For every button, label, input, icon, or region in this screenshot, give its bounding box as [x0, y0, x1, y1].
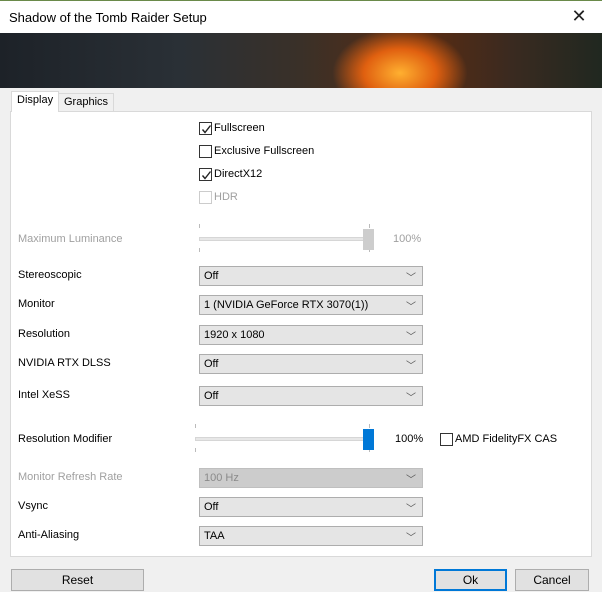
- chevron-down-icon: ﹀: [406, 332, 416, 343]
- title-bar: Shadow of the Tomb Raider Setup ✕: [0, 0, 602, 33]
- stereoscopic-label: Stereoscopic: [18, 269, 82, 281]
- max-luminance-value: 100%: [393, 233, 422, 245]
- max-luminance-slider-track: [199, 237, 374, 241]
- chevron-down-icon: ﹀: [406, 273, 416, 284]
- chevron-down-icon: ﹀: [406, 393, 416, 404]
- nvidia-rtx-dlss-label: NVIDIA RTX DLSS: [18, 357, 111, 369]
- monitor-value: 1 (NVIDIA GeForce RTX 3070(1)): [204, 299, 369, 311]
- resolution-value: 1920 x 1080: [204, 329, 265, 341]
- intel-xess-value: Off: [204, 390, 219, 402]
- window-title: Shadow of the Tomb Raider Setup: [9, 10, 207, 25]
- directx12-checkbox[interactable]: [199, 168, 212, 181]
- chevron-down-icon: ﹀: [406, 475, 416, 486]
- stereoscopic-value: Off: [204, 270, 219, 282]
- chevron-down-icon: ﹀: [406, 302, 416, 313]
- vsync-label: Vsync: [18, 500, 48, 512]
- cancel-button[interactable]: Cancel: [515, 569, 589, 591]
- tab-graphics[interactable]: Graphics: [58, 93, 115, 112]
- ok-button[interactable]: Ok: [434, 569, 507, 591]
- banner-image: [0, 33, 602, 88]
- resolution-dropdown[interactable]: 1920 x 1080 ﹀: [199, 325, 423, 345]
- monitor-dropdown[interactable]: 1 (NVIDIA GeForce RTX 3070(1)) ﹀: [199, 295, 423, 315]
- chevron-down-icon: ﹀: [406, 504, 416, 515]
- vsync-dropdown[interactable]: Off ﹀: [199, 497, 423, 517]
- monitor-refresh-rate-label: Monitor Refresh Rate: [18, 471, 123, 483]
- resolution-modifier-label: Resolution Modifier: [18, 433, 113, 445]
- hdr-checkbox: [199, 191, 212, 204]
- nvidia-rtx-dlss-value: Off: [204, 358, 219, 370]
- resolution-label: Resolution: [18, 328, 70, 340]
- resolution-modifier-slider-track[interactable]: [195, 437, 374, 441]
- monitor-refresh-rate-dropdown: 100 Hz ﹀: [199, 468, 423, 488]
- vsync-value: Off: [204, 501, 219, 513]
- resolution-modifier-slider-thumb[interactable]: [363, 429, 374, 450]
- max-luminance-label: Maximum Luminance: [18, 233, 123, 245]
- resolution-modifier-value: 100%: [395, 433, 424, 445]
- stereoscopic-dropdown[interactable]: Off ﹀: [199, 266, 423, 286]
- monitor-refresh-rate-value: 100 Hz: [204, 472, 239, 484]
- anti-aliasing-dropdown[interactable]: TAA ﹀: [199, 526, 423, 546]
- directx12-label: DirectX12: [214, 168, 263, 180]
- monitor-label: Monitor: [18, 298, 55, 310]
- anti-aliasing-value: TAA: [204, 530, 225, 542]
- intel-xess-dropdown[interactable]: Off ﹀: [199, 386, 423, 406]
- hdr-label: HDR: [214, 191, 238, 203]
- exclusive-fullscreen-label: Exclusive Fullscreen: [214, 145, 315, 157]
- close-icon[interactable]: ✕: [556, 1, 602, 33]
- fullscreen-checkbox[interactable]: [199, 122, 212, 135]
- chevron-down-icon: ﹀: [406, 533, 416, 544]
- reset-button[interactable]: Reset: [11, 569, 144, 591]
- exclusive-fullscreen-checkbox[interactable]: [199, 145, 212, 158]
- amd-fidelityfx-cas-label: AMD FidelityFX CAS: [455, 433, 558, 445]
- fullscreen-label: Fullscreen: [214, 122, 265, 134]
- amd-fidelityfx-cas-checkbox[interactable]: [440, 433, 453, 446]
- nvidia-rtx-dlss-dropdown[interactable]: Off ﹀: [199, 354, 423, 374]
- anti-aliasing-label: Anti-Aliasing: [18, 529, 80, 541]
- max-luminance-slider-thumb: [363, 229, 374, 250]
- tab-display[interactable]: Display: [11, 91, 60, 112]
- intel-xess-label: Intel XeSS: [18, 389, 70, 401]
- chevron-down-icon: ﹀: [406, 361, 416, 372]
